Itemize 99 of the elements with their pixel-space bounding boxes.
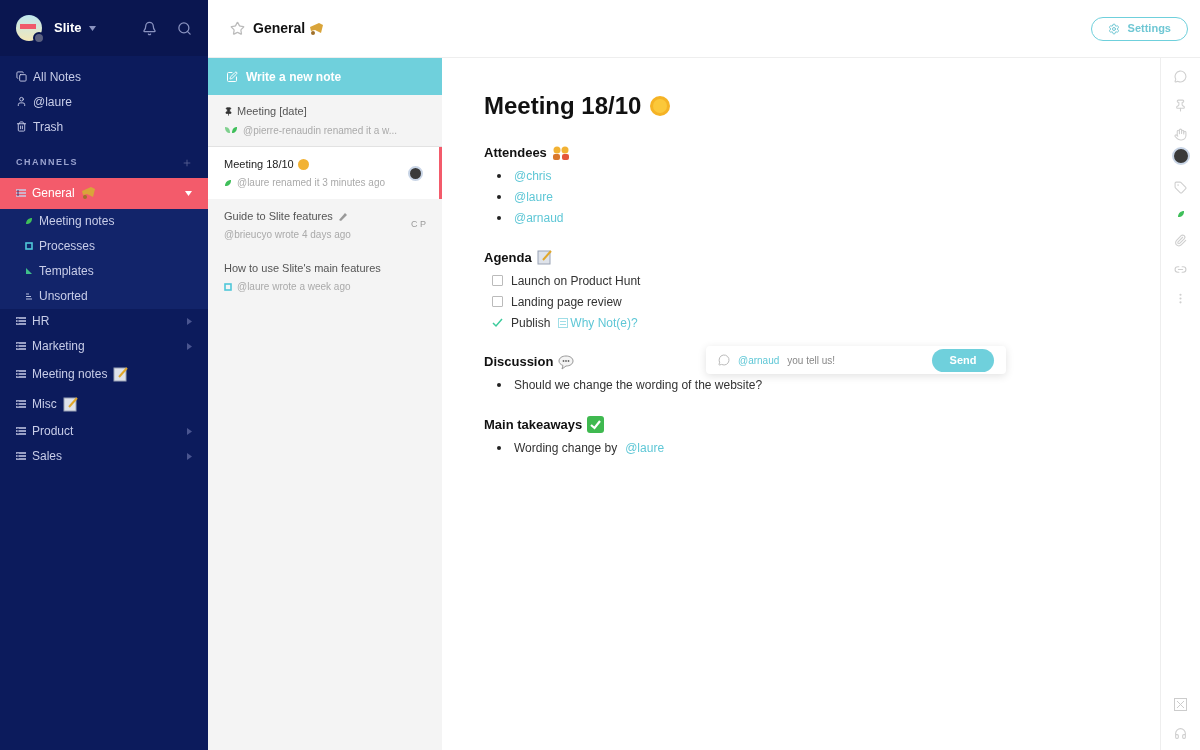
section-heading: Attendees <box>484 144 547 162</box>
document-title: Meeting 18/10 <box>484 91 642 121</box>
workspace-name[interactable]: Slite <box>54 18 82 38</box>
headphones-icon[interactable] <box>1174 727 1187 740</box>
avatar[interactable] <box>1171 147 1190 165</box>
leaves-icon <box>224 126 238 135</box>
list-icon <box>16 452 26 460</box>
memo-icon <box>536 249 553 266</box>
channel-item[interactable]: Misc <box>0 388 208 419</box>
item-text: Wording change by <box>514 439 618 457</box>
leaf-icon[interactable] <box>1176 210 1185 218</box>
list-icon <box>16 317 26 325</box>
channels-heading: CHANNELS <box>16 156 78 169</box>
channel-item[interactable]: Product <box>0 418 208 444</box>
caret-down-icon[interactable] <box>185 190 192 196</box>
channel-item[interactable]: Sales <box>0 443 208 469</box>
comment-text: you tell us! <box>787 353 836 368</box>
horn-icon <box>309 21 326 36</box>
caret-right-icon[interactable] <box>187 452 192 460</box>
section-heading: Main takeaways <box>484 415 583 434</box>
check-mark-icon <box>587 415 605 433</box>
section-heading: Agenda <box>484 248 532 267</box>
note-item[interactable]: Guide to Slite features @brieucyo wrote 4 days ago C P <box>208 199 442 251</box>
hand-icon[interactable] <box>1174 128 1187 141</box>
note-meta: @laure renamed it 3 minutes ago <box>237 176 385 191</box>
nav-item[interactable]: @laure <box>0 89 208 114</box>
leaf-icon <box>25 217 33 225</box>
bullet-icon <box>497 195 501 199</box>
item-text: Landing page review <box>511 293 622 311</box>
memo-icon <box>113 365 130 382</box>
attachment-icon[interactable] <box>1174 234 1187 247</box>
channel-item[interactable]: Marketing <box>0 333 208 359</box>
channel-subitem[interactable]: Templates <box>0 258 208 284</box>
document-icon <box>558 317 569 328</box>
note-title: Guide to Slite features <box>224 208 333 224</box>
checkbox[interactable] <box>492 296 503 307</box>
sun-icon <box>649 95 672 117</box>
workspace-avatar[interactable] <box>16 15 42 41</box>
note-meta: @brieucyo wrote 4 days ago <box>224 228 351 243</box>
search-icon[interactable] <box>177 20 192 36</box>
add-icon[interactable] <box>182 157 192 168</box>
tag-icon[interactable] <box>1174 181 1187 194</box>
nav-item[interactable]: All Notes <box>0 64 208 89</box>
initials: C P <box>411 218 426 232</box>
speech-bubble-icon <box>558 353 575 370</box>
horn-icon <box>80 186 97 200</box>
pin-icon[interactable] <box>1174 99 1187 112</box>
compose-icon <box>226 70 238 83</box>
list-icon <box>16 189 26 197</box>
channel-title: General <box>253 19 306 38</box>
avatar <box>408 165 423 181</box>
item-text: Launch on Product Hunt <box>511 272 641 290</box>
notifications-icon[interactable] <box>142 20 157 36</box>
memo-icon <box>62 395 79 412</box>
comment-icon <box>718 354 730 366</box>
channel-item[interactable]: Meeting notes <box>0 358 208 389</box>
list-icon <box>16 427 26 435</box>
note-item[interactable]: Meeting 18/10 @laure renamed it 3 minutes ago <box>208 147 442 199</box>
caret-right-icon[interactable] <box>187 342 192 350</box>
list-icon <box>16 399 26 408</box>
bullet-icon <box>497 383 501 387</box>
caret-right-icon[interactable] <box>187 427 192 435</box>
star-icon[interactable] <box>230 21 245 36</box>
list-icon <box>16 369 26 378</box>
channel-subitem[interactable]: Meeting notes <box>0 208 208 234</box>
lines-icon <box>25 292 33 300</box>
leaf-icon <box>224 178 232 187</box>
people-icon <box>551 144 570 161</box>
section-heading: Discussion <box>484 353 554 371</box>
channel-subitem[interactable]: Unsorted <box>0 283 208 309</box>
note-title: Meeting 18/10 <box>224 156 294 172</box>
link-icon[interactable] <box>1174 263 1187 276</box>
checkbox[interactable] <box>492 275 503 286</box>
list-icon <box>16 342 26 350</box>
note-title: Meeting [date] <box>237 104 307 120</box>
trash-icon <box>16 121 27 132</box>
channel-item[interactable]: HR <box>0 308 208 334</box>
item-text: Should we change the wording of the website? <box>514 377 763 394</box>
bullet-icon <box>497 216 501 220</box>
check-icon[interactable] <box>492 317 503 328</box>
note-item[interactable]: How to use Slite's main features @laure wrote a week ago <box>208 251 442 303</box>
smiley-icon <box>297 158 309 170</box>
note-meta: @pierre-renaudin renamed it a w... <box>243 123 398 138</box>
user-icon <box>16 96 27 107</box>
comment-icon[interactable] <box>1174 70 1187 83</box>
channel-subitem[interactable]: Processes <box>0 233 208 259</box>
caret-right-icon[interactable] <box>187 317 192 325</box>
triangle-icon <box>25 267 33 275</box>
bullet-icon <box>497 445 501 450</box>
square-icon <box>224 282 232 291</box>
settings-icon <box>1107 22 1120 35</box>
caret-icon[interactable] <box>89 25 97 31</box>
square-icon <box>25 242 33 250</box>
notes-icon <box>16 71 27 82</box>
note-title: How to use Slite's main features <box>224 260 381 276</box>
nav-item[interactable]: Trash <box>0 114 208 139</box>
note-meta: @laure wrote a week ago <box>237 280 351 295</box>
bullet-icon <box>497 174 501 178</box>
item-text: Publish <box>511 314 551 332</box>
